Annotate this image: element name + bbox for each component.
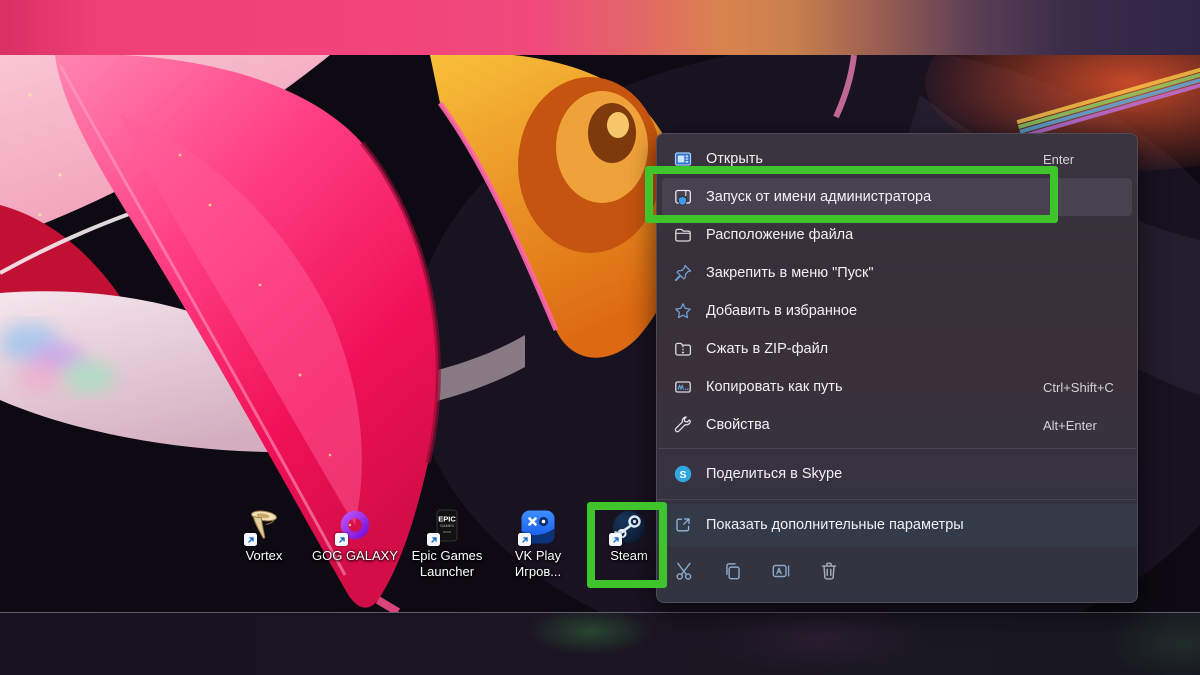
desktop-icon-label: Launcher xyxy=(419,563,475,579)
menu-item-add-to-favorites[interactable]: Добавить в избранное xyxy=(662,292,1132,330)
menu-item-label: Сжать в ZIP-файл xyxy=(706,341,829,357)
desktop-icon-vortex[interactable]: Vortex xyxy=(216,509,312,564)
menu-separator xyxy=(658,448,1136,449)
menu-item-label: Поделиться в Skype xyxy=(706,466,843,482)
letterbox-bottom-band xyxy=(0,612,1200,675)
desktop-icon-label: VK Play xyxy=(514,548,562,563)
copy-path-icon xyxy=(673,377,693,397)
svg-text:S: S xyxy=(679,469,686,481)
delete-icon xyxy=(818,560,840,587)
svg-text:EPIC: EPIC xyxy=(438,515,456,524)
menu-item-label: Свойства xyxy=(706,417,770,433)
shortcut-arrow-icon xyxy=(244,533,257,546)
show-more-icon xyxy=(673,515,693,535)
svg-text:GAMES: GAMES xyxy=(440,524,454,528)
desktop-icon-label: Epic Games xyxy=(411,548,483,563)
skype-icon: S xyxy=(673,464,693,484)
menu-item-label: Расположение файла xyxy=(706,227,854,243)
menu-item-shortcut: Ctrl+Shift+C xyxy=(1043,379,1114,395)
menu-item-label: Открыть xyxy=(706,151,763,167)
rename-button[interactable] xyxy=(761,554,801,592)
menu-item-label: Добавить в избранное xyxy=(706,303,858,319)
cut-icon xyxy=(674,560,696,587)
menu-item-pin-to-start[interactable]: Закрепить в меню "Пуск" xyxy=(662,254,1132,292)
zip-folder-icon xyxy=(673,339,693,359)
shortcut-arrow-icon xyxy=(335,533,348,546)
shortcut-arrow-icon xyxy=(427,533,440,546)
menu-item-compress-to-zip[interactable]: Сжать в ZIP-файл xyxy=(662,330,1132,368)
cut-button[interactable] xyxy=(665,554,705,592)
copy-button[interactable] xyxy=(713,554,753,592)
pin-icon xyxy=(673,263,693,283)
delete-button[interactable] xyxy=(809,554,849,592)
desktop-icon-label: Vortex xyxy=(245,548,283,563)
rename-icon xyxy=(770,560,792,587)
desktop-icon-gog-galaxy[interactable]: GOG GALAXY xyxy=(307,509,403,564)
menu-item-copy-as-path[interactable]: Копировать как путь Ctrl+Shift+C xyxy=(662,368,1132,406)
menu-separator xyxy=(658,499,1136,500)
menu-item-label: Копировать как путь xyxy=(706,379,843,395)
annotation-box-run-as-admin xyxy=(645,166,1058,223)
shortcut-arrow-icon xyxy=(518,533,531,546)
menu-item-label: Закрепить в меню "Пуск" xyxy=(706,265,874,281)
desktop-icon-label: GOG GALAXY xyxy=(312,548,398,563)
desktop-icon-epic-games[interactable]: EPIC GAMES Epic Games Launcher xyxy=(399,509,495,579)
menu-item-shortcut: Enter xyxy=(1043,151,1075,167)
menu-item-properties[interactable]: Свойства Alt+Enter xyxy=(662,406,1132,444)
letterbox-top-band xyxy=(0,0,1200,55)
favorite-star-icon xyxy=(673,301,693,321)
properties-wrench-icon xyxy=(673,415,693,435)
screenshot-stage: Vortex GOG GALAXY EPIC GAMES Epic Games L… xyxy=(0,0,1200,675)
annotation-box-steam xyxy=(587,502,667,588)
menu-item-shortcut: Alt+Enter xyxy=(1043,417,1097,433)
desktop-icon-vk-play[interactable]: VK Play Игров... xyxy=(490,509,586,579)
menu-item-share-skype[interactable]: S Поделиться в Skype xyxy=(662,453,1132,495)
menu-item-label: Показать дополнительные параметры xyxy=(706,517,964,533)
menu-action-toolbar xyxy=(657,546,1137,602)
file-location-icon xyxy=(673,225,693,245)
menu-item-show-more-options[interactable]: Показать дополнительные параметры xyxy=(657,504,1137,546)
desktop-icon-label: Игров... xyxy=(514,563,562,579)
copy-icon xyxy=(722,560,744,587)
